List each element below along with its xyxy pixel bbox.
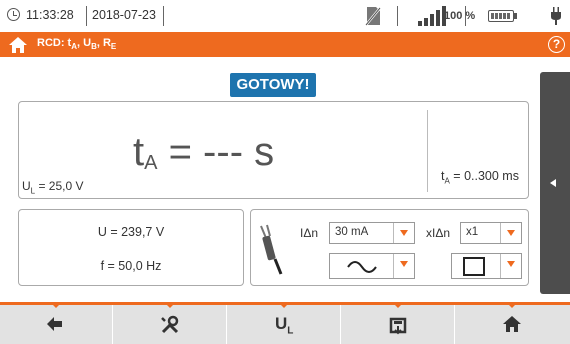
- home-icon[interactable]: [8, 36, 28, 54]
- result-divider: [427, 110, 428, 192]
- title-bar: RCD: tA, UB, RE ?: [0, 32, 570, 57]
- status-bar: 11:33:28 2018-07-23 100 %: [0, 0, 570, 32]
- save-memory-icon: [389, 317, 407, 335]
- collapse-arrow-icon: [550, 179, 556, 187]
- battery-percent: 100 %: [444, 10, 476, 22]
- home-icon: [503, 316, 521, 332]
- status-divider: [397, 6, 398, 26]
- rated-current-label: IΔn: [300, 226, 319, 240]
- screen-title: RCD: tA, UB, RE: [37, 37, 117, 52]
- chevron-down-icon: [393, 223, 414, 243]
- settings-tools-icon: [161, 315, 179, 334]
- help-button[interactable]: ?: [548, 36, 565, 53]
- ready-status-badge: GOTOWY!: [230, 73, 316, 97]
- home-button[interactable]: [456, 304, 569, 344]
- power-plug-icon: [551, 7, 561, 25]
- measurements-panel: U = 239,7 V f = 50,0 Hz: [18, 209, 244, 286]
- rcd-probe-icon: [260, 224, 283, 275]
- side-panel-toggle[interactable]: [540, 72, 570, 294]
- sine-wave-icon: [347, 261, 377, 273]
- settings-panel: IΔn 30 mA xIΔn x1: [250, 209, 529, 286]
- multiplier-label: xIΔn: [426, 226, 451, 240]
- multiplier-dropdown[interactable]: x1: [460, 222, 522, 244]
- settings-button[interactable]: [114, 304, 227, 344]
- rated-current-dropdown[interactable]: 30 mA: [329, 222, 415, 244]
- bottom-navigation: UL: [0, 302, 570, 344]
- battery-tip: [514, 13, 517, 19]
- waveform-dropdown[interactable]: [329, 253, 415, 279]
- multiplier-value: x1: [466, 226, 479, 238]
- time-range: tA = 0..300 ms: [441, 169, 519, 186]
- rcd-type-dropdown[interactable]: [451, 253, 522, 279]
- chevron-down-icon: [500, 254, 521, 278]
- status-divider: [86, 6, 87, 26]
- chevron-down-icon: [393, 254, 414, 278]
- standard-rcd-icon: [463, 257, 485, 276]
- battery-icon: [488, 10, 514, 22]
- status-divider: [163, 6, 164, 26]
- back-button[interactable]: [0, 304, 113, 344]
- back-arrow-icon: [47, 317, 62, 331]
- voltage-reading: U = 239,7 V: [97, 225, 165, 239]
- status-time: 11:33:28: [26, 8, 74, 22]
- status-date: 2018-07-23: [92, 8, 156, 22]
- result-panel: tA = --- s UL = 25,0 V tA = 0..300 ms: [18, 101, 529, 199]
- rated-current-value: 30 mA: [335, 226, 369, 238]
- ul-button[interactable]: UL: [228, 304, 341, 344]
- main-result: tA = --- s: [133, 130, 275, 174]
- clock-icon: [7, 8, 20, 21]
- frequency-reading: f = 50,0 Hz: [100, 259, 162, 273]
- ul-button-label: UL: [275, 314, 294, 337]
- save-button[interactable]: [342, 304, 455, 344]
- touch-voltage-limit: UL = 25,0 V: [22, 179, 84, 196]
- sd-card-missing-icon: [365, 7, 381, 26]
- chevron-down-icon: [500, 223, 521, 243]
